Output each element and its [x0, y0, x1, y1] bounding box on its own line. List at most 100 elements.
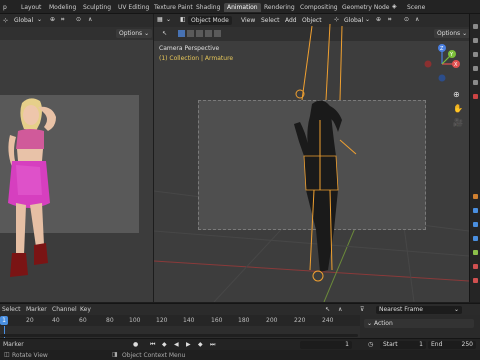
gizmo-neg-x-ball[interactable]	[424, 60, 432, 68]
menu-select[interactable]: Select	[258, 16, 283, 25]
tool-tab-icon[interactable]	[473, 24, 478, 29]
timeline-header: Select Marker Channel Key ↖ ∧ ⊽ Nearest …	[0, 303, 480, 315]
jump-end-icon[interactable]: ⏭	[210, 341, 215, 349]
current-frame-indicator[interactable]: 1	[0, 316, 8, 325]
object-tab-icon[interactable]	[473, 194, 478, 199]
tab-geometry-nodes[interactable]: Geometry Node	[339, 3, 392, 12]
app-menu[interactable]: p	[0, 3, 10, 12]
tab-shading[interactable]: Shading	[193, 3, 223, 12]
filter-icon[interactable]: ⊽	[360, 306, 364, 313]
start-frame-field[interactable]: Start 1	[380, 341, 426, 349]
end-label: End	[431, 341, 443, 348]
skirt-highlight	[16, 165, 42, 195]
left-leg-shape	[16, 203, 26, 255]
chevron-down-icon: ⌄	[453, 306, 459, 313]
ruler-tick: 60	[79, 317, 87, 324]
tool-cursor-icon[interactable]: ↖	[162, 30, 167, 37]
zoom-icon[interactable]: ⊕	[453, 90, 460, 99]
mode-dropdown[interactable]: Object Mode	[188, 16, 232, 25]
tab-layout[interactable]: Layout	[18, 3, 44, 12]
falloff-icon[interactable]: ∧	[415, 16, 419, 23]
action-subpanel-header[interactable]: ⌄ Action	[364, 319, 474, 328]
tab-rendering[interactable]: Rendering	[261, 3, 298, 12]
jump-start-icon[interactable]: ⏮	[150, 341, 155, 349]
proportional-edit-icon[interactable]: ⊙	[404, 16, 409, 23]
transform-orientation-icon: ⊹	[3, 17, 9, 24]
editor-type-icon[interactable]: ▦	[157, 16, 163, 23]
snap-icon[interactable]: ⌗	[388, 16, 391, 24]
tab-texture-paint[interactable]: Texture Paint	[151, 3, 196, 12]
camera-view-icon[interactable]: 🎥	[453, 118, 463, 127]
ruler-tick: 40	[52, 317, 60, 324]
armature-bone	[301, 25, 313, 101]
timeline-menu-select[interactable]: Select	[2, 306, 21, 313]
normalize-icon[interactable]: ∧	[338, 306, 342, 313]
navigation-gizmo[interactable]: Z Y X	[420, 42, 466, 88]
proportional-edit-icon[interactable]: ⊙	[76, 16, 81, 23]
left-orientation-dropdown[interactable]: Global	[11, 16, 36, 25]
tab-sculpting[interactable]: Sculpting	[80, 3, 114, 12]
top-menu-bar: p Layout Modeling Sculpting UV Editing T…	[0, 0, 480, 14]
select-mode-intersect-icon[interactable]	[214, 30, 221, 37]
falloff-icon[interactable]: ∧	[88, 16, 92, 23]
select-mode-invert-icon[interactable]	[205, 30, 212, 37]
play-reverse-icon[interactable]: ◀	[174, 341, 179, 348]
scene-name[interactable]: Scene	[404, 3, 428, 12]
physics-tab-icon[interactable]	[473, 236, 478, 241]
marker-menu[interactable]: Marker	[3, 341, 24, 348]
scene-tab-icon[interactable]	[473, 80, 478, 85]
prev-keyframe-icon[interactable]: ◆	[162, 341, 167, 348]
tab-animation[interactable]: Animation	[224, 3, 261, 12]
timeline-keyframe-area[interactable]	[0, 326, 360, 338]
menu-view[interactable]: View	[238, 16, 258, 25]
mouse-middle-icon: ◫	[4, 351, 10, 358]
play-icon[interactable]: ▶	[186, 341, 191, 348]
status-hint-right: Object Context Menu	[122, 352, 186, 359]
ruler-tick: 220	[294, 317, 306, 324]
ruler-tick: 240	[322, 317, 334, 324]
current-frame-field[interactable]: 1	[300, 341, 352, 349]
particles-tab-icon[interactable]	[473, 222, 478, 227]
view-layer-tab-icon[interactable]	[473, 66, 478, 71]
left-viewport-header: ⊹ Global ⌄ ⊕ ⌗ ⊙ ∧	[0, 14, 153, 27]
select-mode-subtract-icon[interactable]	[196, 30, 203, 37]
only-selected-icon[interactable]: ↖	[325, 306, 330, 313]
modifiers-tab-icon[interactable]	[473, 208, 478, 213]
timeline-ruler[interactable]: 1 20 40 60 80 100 120 140 160 180 200 22…	[0, 315, 360, 326]
pan-hand-icon[interactable]: ✋	[453, 104, 463, 113]
camera-perspective-label: Camera Perspective	[159, 45, 220, 52]
timeline-scrollbar[interactable]	[0, 334, 358, 337]
material-tab-icon[interactable]	[473, 264, 478, 269]
record-icon[interactable]: ●	[133, 341, 138, 348]
snap-icon[interactable]: ⌗	[61, 16, 64, 24]
clock-icon[interactable]: ◷	[368, 341, 373, 348]
ruler-tick: 20	[26, 317, 34, 324]
start-value: 1	[419, 341, 423, 348]
gizmo-x-label: X	[454, 62, 458, 68]
timeline-menu-channel[interactable]: Channel	[52, 306, 77, 313]
scene-icon[interactable]: ◈	[392, 3, 397, 10]
armature-figure[interactable]	[280, 20, 380, 300]
tab-compositing[interactable]: Compositing	[297, 3, 341, 12]
main-options-button[interactable]: Options ⌄	[434, 29, 471, 38]
tab-modeling[interactable]: Modeling	[46, 3, 79, 12]
end-frame-field[interactable]: End 250	[428, 341, 476, 349]
render-tab-icon[interactable]	[473, 38, 478, 43]
timeline-menu-key[interactable]: Key	[80, 306, 91, 313]
left-options-button[interactable]: Options ⌄	[116, 29, 153, 38]
gizmo-neg-z-ball[interactable]	[438, 74, 446, 82]
world-tab-icon[interactable]	[473, 94, 478, 99]
snap-mode-dropdown[interactable]: Nearest Frame ⌄	[376, 306, 462, 314]
pivot-icon[interactable]: ⊕	[50, 16, 55, 23]
tab-uv-editing[interactable]: UV Editing	[115, 3, 152, 12]
timeline-menu-marker[interactable]: Marker	[26, 306, 47, 313]
texture-tab-icon[interactable]	[473, 278, 478, 283]
properties-tab-strip	[469, 14, 480, 302]
output-tab-icon[interactable]	[473, 52, 478, 57]
ruler-tick: 200	[266, 317, 278, 324]
select-mode-extend-icon[interactable]	[187, 30, 194, 37]
object-mode-icon: ◧	[180, 16, 186, 23]
data-tab-icon[interactable]	[473, 250, 478, 255]
select-mode-new-icon[interactable]	[178, 30, 185, 37]
next-keyframe-icon[interactable]: ◆	[198, 341, 203, 348]
